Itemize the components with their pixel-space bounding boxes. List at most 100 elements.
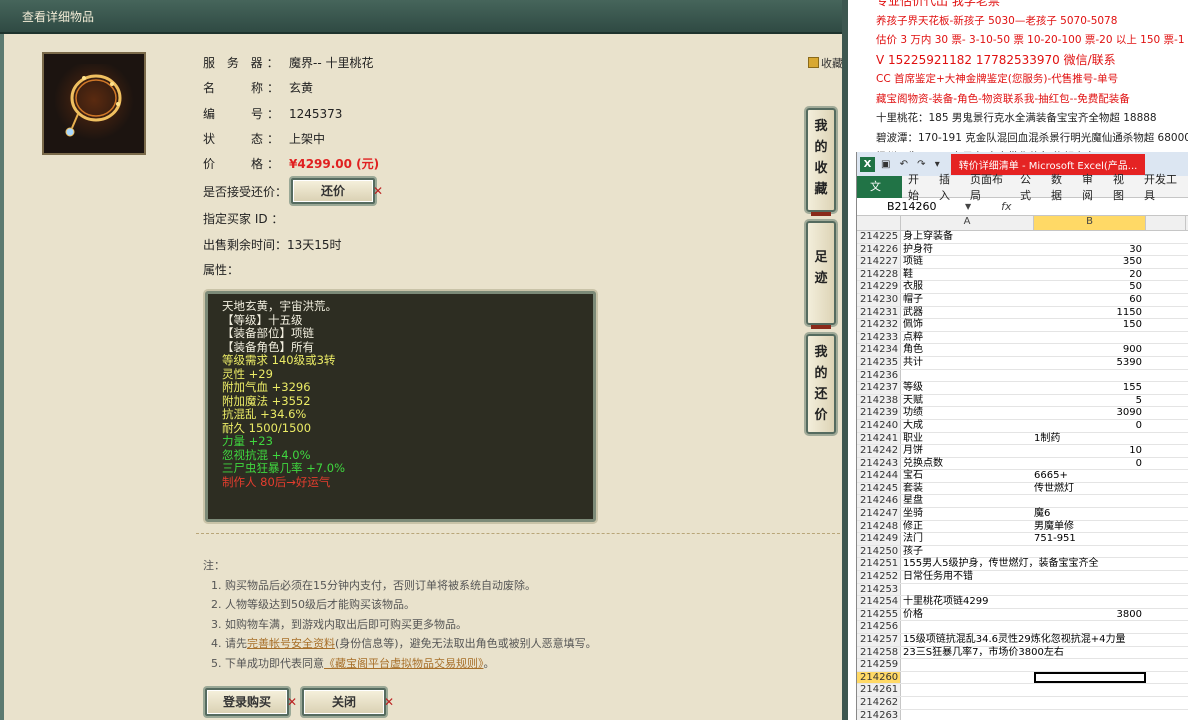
cell-a[interactable]: 坐骑 <box>901 508 1034 520</box>
cell-c[interactable] <box>1146 269 1186 281</box>
row-number[interactable]: 214258 <box>857 646 901 659</box>
row-number[interactable]: 214225 <box>857 231 901 243</box>
cell-a[interactable]: 职业 <box>901 433 1034 445</box>
cell-c[interactable] <box>1146 697 1186 709</box>
cell-c[interactable] <box>1146 470 1186 482</box>
row-number[interactable]: 214230 <box>857 293 901 306</box>
row-number[interactable]: 214240 <box>857 419 901 432</box>
ribbon-tab[interactable]: 数据 <box>1045 171 1076 203</box>
cell-a[interactable]: 套装 <box>901 483 1034 495</box>
cell-c[interactable] <box>1146 445 1186 457</box>
cell-c[interactable] <box>1146 294 1186 306</box>
row-number[interactable]: 214260 <box>857 671 901 684</box>
cell-b[interactable] <box>1034 684 1146 696</box>
cell-a[interactable]: 155男人5级护身，传世燃灯，装备宝宝齐全 <box>901 558 1098 570</box>
file-tab[interactable]: 文件 <box>857 175 902 215</box>
cell-b[interactable] <box>1034 596 1146 608</box>
cell-b[interactable]: 3090 <box>1034 407 1146 419</box>
trade-rules-link[interactable]: 《藏宝阁平台虚拟物品交易规则》 <box>324 657 484 670</box>
cell-a[interactable]: 十里桃花项链4299 <box>901 596 1034 608</box>
cell-a[interactable]: 项链 <box>901 256 1034 268</box>
cell-b[interactable] <box>1034 584 1146 596</box>
cell-b[interactable]: 1150 <box>1034 307 1146 319</box>
cell-b[interactable]: 魔6 <box>1034 508 1146 520</box>
cell-b[interactable]: 150 <box>1034 319 1146 331</box>
cell-c[interactable] <box>1146 407 1186 419</box>
cell-a[interactable]: 星盘 <box>901 495 1034 507</box>
cell-b[interactable]: 传世燃灯 <box>1034 483 1146 495</box>
ribbon-tab[interactable]: 审阅 <box>1076 171 1107 203</box>
cell-a[interactable]: 衣服 <box>901 281 1034 293</box>
cell-b[interactable] <box>1034 231 1146 243</box>
cell-a[interactable] <box>901 370 1034 382</box>
cell-b[interactable] <box>1034 647 1146 659</box>
row-number[interactable]: 214229 <box>857 281 901 293</box>
cell-b[interactable]: 0 <box>1034 458 1146 470</box>
row-number[interactable]: 214251 <box>857 558 901 571</box>
cell-a[interactable]: 修正 <box>901 521 1034 533</box>
row-number[interactable]: 214262 <box>857 696 901 709</box>
cell-b[interactable]: 20 <box>1034 269 1146 281</box>
ribbon-tab[interactable]: 插入 <box>933 171 964 203</box>
cell-b[interactable]: 751-951 <box>1034 533 1146 545</box>
cell-c[interactable] <box>1146 244 1186 256</box>
row-number[interactable]: 214246 <box>857 495 901 508</box>
row-number[interactable]: 214253 <box>857 583 901 596</box>
account-security-link[interactable]: 完善帐号安全资料 <box>247 637 335 650</box>
row-number[interactable]: 214249 <box>857 533 901 545</box>
cell-a[interactable]: 共计 <box>901 357 1034 369</box>
cell-a[interactable] <box>901 684 1034 696</box>
cell-a[interactable] <box>901 621 1034 633</box>
cell-a[interactable]: 点粹 <box>901 332 1034 344</box>
row-number[interactable]: 214241 <box>857 432 901 445</box>
row-number[interactable]: 214234 <box>857 344 901 356</box>
cell-c[interactable] <box>1146 495 1186 507</box>
cell-c[interactable] <box>1146 231 1186 243</box>
cell-a[interactable]: 佩饰 <box>901 319 1034 331</box>
cell-a[interactable]: 日常任务用不错 <box>901 571 1034 583</box>
cell-c[interactable] <box>1146 370 1186 382</box>
cell-c[interactable] <box>1146 458 1186 470</box>
row-number[interactable]: 214254 <box>857 596 901 608</box>
ribbon-tab[interactable]: 公式 <box>1014 171 1045 203</box>
cell-b[interactable] <box>1034 370 1146 382</box>
row-number[interactable]: 214233 <box>857 331 901 344</box>
cell-c[interactable] <box>1146 533 1186 545</box>
row-number[interactable]: 214259 <box>857 659 901 671</box>
row-number[interactable]: 214237 <box>857 382 901 394</box>
row-number[interactable]: 214245 <box>857 482 901 495</box>
row-number[interactable]: 214235 <box>857 356 901 369</box>
row-number[interactable]: 214257 <box>857 634 901 646</box>
row-number[interactable]: 214256 <box>857 621 901 633</box>
counter-offer-button[interactable]: 还价 ✕ <box>291 178 383 204</box>
cell-c[interactable] <box>1146 659 1186 671</box>
my-favorites-button[interactable]: 我的收藏 <box>806 108 836 216</box>
select-all-corner[interactable] <box>857 216 901 230</box>
cell-c[interactable] <box>1146 672 1186 684</box>
cell-b[interactable]: 155 <box>1034 382 1146 394</box>
cell-c[interactable] <box>1146 558 1186 570</box>
row-number[interactable]: 214228 <box>857 268 901 281</box>
cell-b[interactable]: 5 <box>1034 395 1146 407</box>
row-number[interactable]: 214248 <box>857 520 901 533</box>
cell-a[interactable]: 兑换点数 <box>901 458 1034 470</box>
cell-a[interactable]: 功绩 <box>901 407 1034 419</box>
cell-a[interactable] <box>901 710 1034 720</box>
row-number[interactable]: 214244 <box>857 470 901 482</box>
cell-c[interactable] <box>1146 508 1186 520</box>
cell-a[interactable]: 宝石 <box>901 470 1034 482</box>
row-number[interactable]: 214261 <box>857 684 901 696</box>
cell-b[interactable] <box>1034 634 1146 646</box>
cell-c[interactable] <box>1146 332 1186 344</box>
cell-b[interactable] <box>1034 558 1146 570</box>
footprint-button[interactable]: 足迹 <box>806 221 836 329</box>
cell-b[interactable] <box>1034 546 1146 558</box>
name-box[interactable]: B214260 <box>857 200 965 213</box>
cell-b[interactable]: 5390 <box>1034 357 1146 369</box>
row-number[interactable]: 214247 <box>857 508 901 520</box>
ribbon-tab[interactable]: 开始 <box>902 171 933 203</box>
cell-a[interactable]: 帽子 <box>901 294 1034 306</box>
ribbon-tab[interactable]: 页面布局 <box>964 171 1014 203</box>
my-offers-button[interactable]: 我的还价 <box>806 334 836 434</box>
cell-a[interactable]: 天赋 <box>901 395 1034 407</box>
